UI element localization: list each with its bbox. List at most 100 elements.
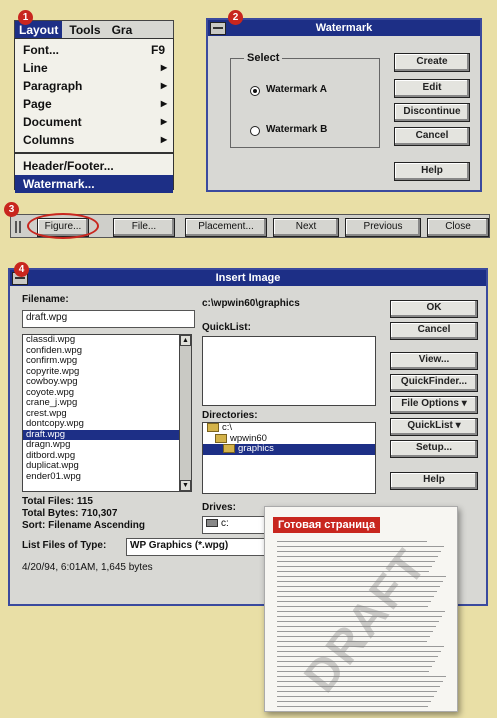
ok-button[interactable]: OK [390,300,478,318]
folder-open-icon [215,433,227,443]
page-text-line [277,686,440,687]
quicklist-box[interactable] [202,336,376,406]
menu-graphics[interactable]: Gra [108,21,137,39]
menu-item-page[interactable]: Page ▶ [15,95,173,113]
drive-icon [206,519,218,528]
folder-icon [223,444,235,453]
insert-image-title: Insert Image [215,272,281,284]
cancel-button[interactable]: Cancel [394,127,470,146]
list-type-select[interactable]: WP Graphics (*.wpg) [126,538,271,556]
menu-item-page-label: Page [23,97,52,111]
watermark-title: Watermark [315,22,373,34]
menu-item-font-label: Font... [23,43,59,57]
menu-item-document[interactable]: Document ▶ [15,113,173,131]
file-options-button[interactable]: File Options ▾ [390,396,478,414]
page-text-line [277,701,431,702]
step-badge-2: 2 [228,10,243,25]
menu-bar: Layout Tools Gra [14,20,174,39]
list-item[interactable]: crane_j.wpg [23,397,191,409]
printed-page: Готовая страница DRAFT [264,506,458,712]
current-path: c:\wpwin60\graphics [202,298,300,309]
watermark-b-label[interactable]: Watermark B [266,124,327,135]
directory-root-label: c:\ [222,422,233,434]
file-list[interactable]: classdi.wpg confiden.wpg confirm.wpg cop… [22,334,192,492]
submenu-arrow-icon: ▶ [160,81,167,90]
page-text-line [277,706,428,707]
total-files: Total Files: 115 [22,496,93,507]
step-badge-1: 1 [18,10,33,25]
drive-value: c: [221,518,229,529]
total-bytes: Total Bytes: 710,307 [22,508,118,519]
step-badge-3: 3 [4,202,19,217]
filename-input[interactable]: draft.wpg [22,310,195,328]
layout-dropdown: Font... F9 Line ▶ Paragraph ▶ Page ▶ Documen… [14,38,174,193]
directories-label: Directories: [202,410,258,421]
watermark-a-label[interactable]: Watermark A [266,84,327,95]
menu-item-columns-label: Columns [23,133,75,147]
discontinue-button[interactable]: Discontinue [394,103,470,122]
menu-tools[interactable]: Tools [65,21,104,39]
placement-button[interactable]: Placement... [185,218,267,237]
edit-button[interactable]: Edit [394,79,470,98]
printed-page-title: Готовая страница [273,517,381,533]
submenu-arrow-icon: ▶ [160,63,167,72]
menu-item-header-footer[interactable]: Header/Footer... [15,157,173,175]
setup-button[interactable]: Setup... [390,440,478,458]
page-text-line [277,696,434,697]
help-button[interactable]: Help [390,472,478,490]
list-item[interactable]: dontcopy.wpg [23,418,191,430]
list-item[interactable]: duplicat.wpg [23,460,191,472]
watermark-b-radio[interactable] [250,126,260,136]
page-text-line [277,546,444,547]
figure-highlight-ring [27,213,99,239]
toolbar-grip-icon [15,221,21,233]
list-item[interactable]: classdi.wpg [23,335,191,346]
next-button[interactable]: Next [273,218,339,237]
menu-item-font-shortcut: F9 [150,43,165,57]
list-item[interactable]: ender01.wpg [23,471,191,483]
view-button[interactable]: View... [390,352,478,370]
folder-open-icon [207,423,219,432]
submenu-arrow-icon: ▶ [160,99,167,108]
directory-item[interactable]: c:\ [203,423,375,434]
step-badge-4: 4 [14,262,29,277]
quicklist-button[interactable]: QuickList ▾ [390,418,478,436]
list-item[interactable]: dragn.wpg [23,439,191,451]
create-button[interactable]: Create [394,53,470,72]
directories-list[interactable]: c:\ wpwin60 graphics [202,422,376,494]
filename-label: Filename: [22,294,69,305]
system-menu-icon[interactable] [210,22,226,35]
list-item[interactable]: cowboy.wpg [23,376,191,388]
list-item[interactable]: confirm.wpg [23,355,191,367]
list-type-label: List Files of Type: [22,540,107,551]
directory-graphics-label: graphics [238,443,274,455]
previous-button[interactable]: Previous [345,218,421,237]
menu-item-line[interactable]: Line ▶ [15,59,173,77]
menu-item-columns[interactable]: Columns ▶ [15,131,173,149]
watermark-dialog: Watermark Select Watermark A Watermark B… [206,18,482,192]
help-button[interactable]: Help [394,162,470,181]
menu-separator [15,152,173,154]
directory-item[interactable]: wpwin60 [203,432,375,445]
sort-info: Sort: Filename Ascending [22,520,145,531]
select-group-label: Select [244,52,283,64]
menu-item-watermark[interactable]: Watermark... [15,175,173,193]
cancel-button[interactable]: Cancel [390,322,478,340]
directory-item-selected[interactable]: graphics [203,443,375,455]
file-list-scrollbar[interactable]: ▲ ▼ [179,335,191,491]
scroll-up-arrow-icon[interactable]: ▲ [180,335,191,346]
file-button[interactable]: File... [113,218,175,237]
watermark-titlebar: Watermark [208,20,480,36]
scroll-down-arrow-icon[interactable]: ▼ [180,480,191,491]
watermark-a-radio[interactable] [250,86,260,96]
menu-item-line-label: Line [23,61,48,75]
quickfinder-button[interactable]: QuickFinder... [390,374,478,392]
directory-wpwin60-label: wpwin60 [230,432,267,444]
menu-item-watermark-label: Watermark... [23,177,95,191]
quicklist-label: QuickList: [202,322,251,333]
menu-item-font[interactable]: Font... F9 [15,41,173,59]
close-button[interactable]: Close [427,218,489,237]
submenu-arrow-icon: ▶ [160,117,167,126]
insert-image-titlebar: Insert Image [10,270,486,286]
menu-item-paragraph[interactable]: Paragraph ▶ [15,77,173,95]
